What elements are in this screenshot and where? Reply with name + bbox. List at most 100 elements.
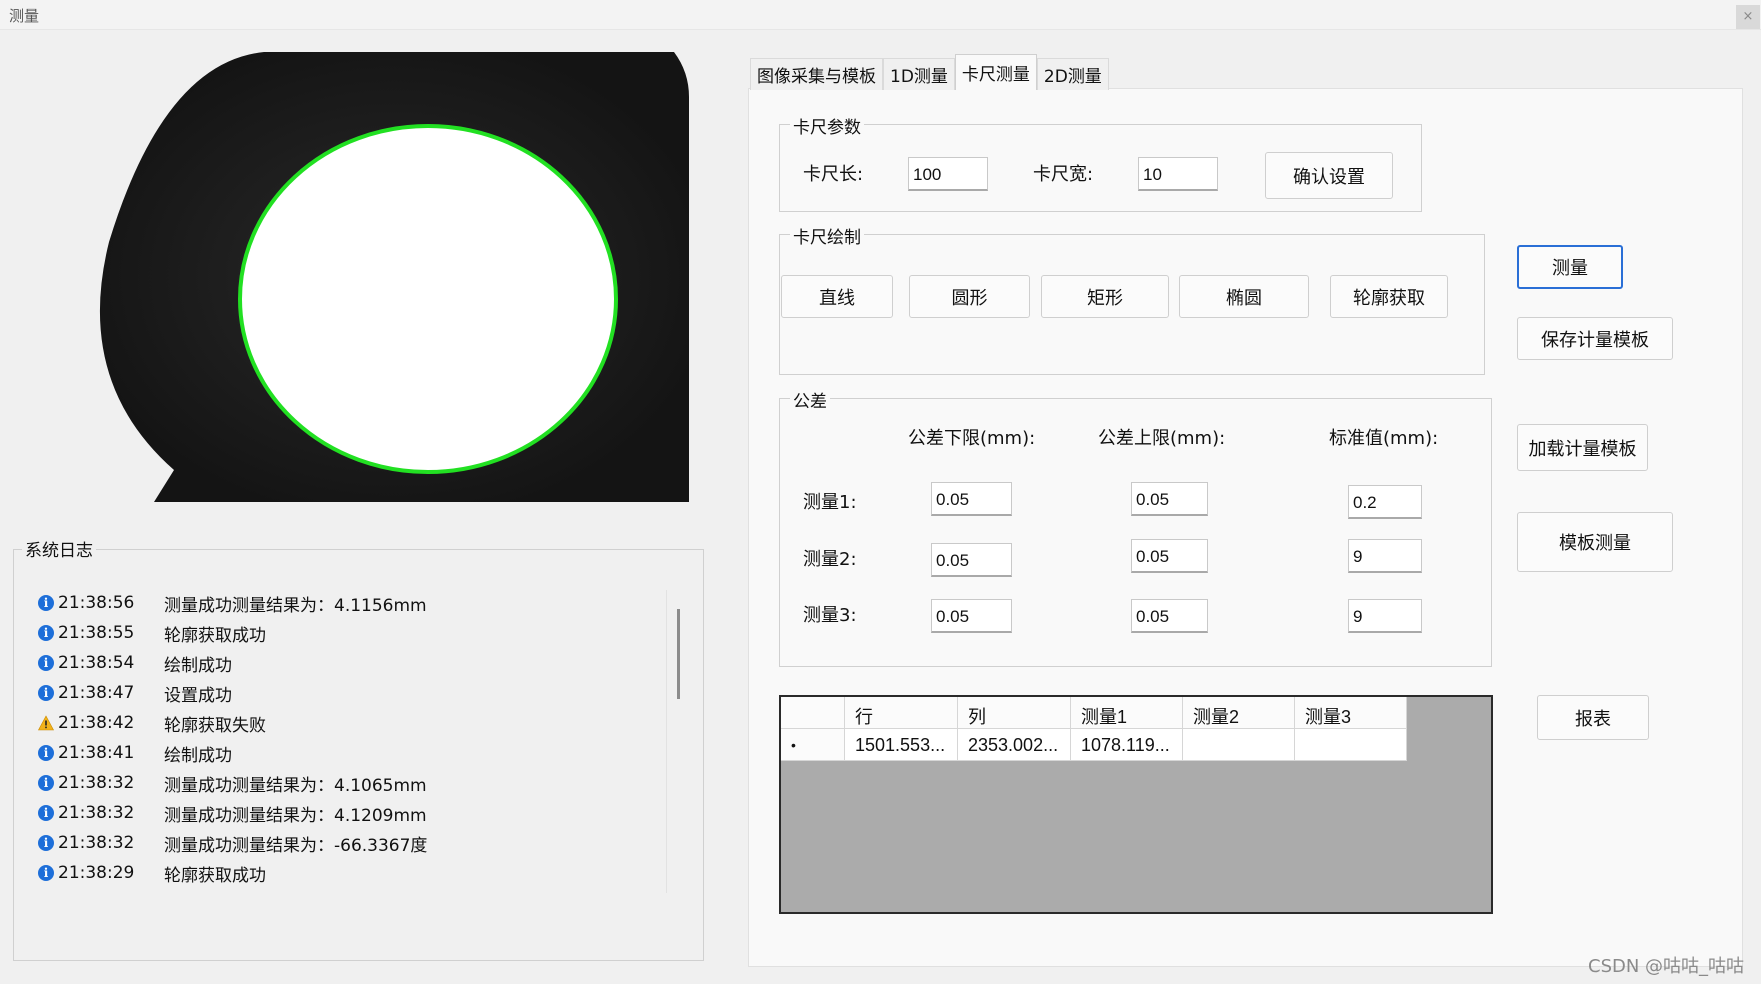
grid-cell[interactable]: 1078.119... (1071, 729, 1183, 761)
grid-column-header[interactable]: 列 (958, 697, 1071, 729)
log-time: 21:38:32 (58, 833, 135, 853)
log-message: 测量成功测量结果为：4.1156mm (164, 595, 427, 616)
log-message: 绘制成功 (164, 655, 232, 676)
log-message: 测量成功测量结果为：4.1209mm (164, 805, 427, 826)
log-entry[interactable]: i 21:38:54 绘制成功 (38, 648, 232, 678)
log-time: 21:38:47 (58, 683, 135, 703)
log-entry[interactable]: i 21:38:32 测量成功测量结果为：-66.3367度 (38, 828, 427, 858)
info-icon: i (38, 685, 54, 701)
warning-icon (38, 715, 54, 731)
close-button[interactable]: × (1736, 5, 1760, 29)
measure2-label: 测量2: (803, 549, 857, 570)
measure3-label: 测量3: (803, 605, 857, 626)
grid-column-header[interactable]: 行 (845, 697, 958, 729)
results-grid[interactable]: 行 列 测量1 测量2 测量3 • 1501.553... 2353.002..… (779, 695, 1493, 914)
log-message: 轮廓获取成功 (164, 625, 266, 646)
template-measure-button[interactable]: 模板测量 (1517, 512, 1673, 572)
info-icon: i (38, 655, 54, 671)
log-time: 21:38:32 (58, 773, 135, 793)
title-bar (0, 0, 1761, 30)
caliper-length-field[interactable]: 100 (908, 157, 988, 191)
tolerance-upper-header: 公差上限(mm): (1098, 428, 1226, 449)
caliper-width-field[interactable]: 10 (1138, 157, 1218, 191)
info-icon: i (38, 595, 54, 611)
info-icon: i (38, 775, 54, 791)
measure2-upper-field[interactable]: 0.05 (1131, 539, 1208, 573)
draw-circle-button[interactable]: 圆形 (909, 275, 1030, 318)
draw-ellipse-button[interactable]: 椭圆 (1179, 275, 1309, 318)
measure1-standard-field[interactable]: 0.2 (1348, 485, 1422, 519)
measure3-lower-field[interactable]: 0.05 (931, 599, 1012, 633)
draw-rectangle-button[interactable]: 矩形 (1041, 275, 1169, 318)
measure2-lower-field[interactable]: 0.05 (931, 543, 1012, 577)
standard-value-header: 标准值(mm): (1329, 428, 1439, 449)
log-entry[interactable]: i 21:38:47 设置成功 (38, 678, 232, 708)
measure2-standard-field[interactable]: 9 (1348, 539, 1422, 573)
image-viewer[interactable] (14, 52, 689, 502)
log-scrollbar-thumb[interactable] (677, 609, 680, 699)
log-message: 绘制成功 (164, 745, 232, 766)
grid-column-header[interactable]: 测量1 (1071, 697, 1183, 729)
save-template-button[interactable]: 保存计量模板 (1517, 317, 1673, 360)
tab-caliper-measure[interactable]: 卡尺测量 (954, 54, 1037, 90)
tolerance-title: 公差 (790, 387, 830, 412)
measure1-upper-field[interactable]: 0.05 (1131, 482, 1208, 516)
log-message: 轮廓获取失败 (164, 715, 266, 736)
info-icon: i (38, 625, 54, 641)
log-message: 轮廓获取成功 (164, 865, 266, 886)
draw-line-button[interactable]: 直线 (781, 275, 893, 318)
system-log-title: 系统日志 (22, 536, 96, 561)
report-button[interactable]: 报表 (1537, 695, 1649, 740)
log-time: 21:38:32 (58, 803, 135, 823)
measure-button[interactable]: 测量 (1517, 245, 1623, 289)
log-message: 测量成功测量结果为：4.1065mm (164, 775, 427, 796)
log-entry[interactable]: i 21:38:56 测量成功测量结果为：4.1156mm (38, 588, 427, 618)
log-time: 21:38:29 (58, 863, 135, 883)
log-time: 21:38:42 (58, 713, 135, 733)
log-message: 设置成功 (164, 685, 232, 706)
info-icon: i (38, 805, 54, 821)
log-entry[interactable]: i 21:38:41 绘制成功 (38, 738, 232, 768)
log-time: 21:38:56 (58, 593, 135, 613)
caliper-width-label: 卡尺宽: (1033, 164, 1094, 185)
measure3-upper-field[interactable]: 0.05 (1131, 599, 1208, 633)
tab-bar: 图像采集与模板 1D测量 卡尺测量 2D测量 (750, 54, 1109, 90)
info-icon: i (38, 835, 54, 851)
log-entry[interactable]: i 21:38:29 轮廓获取成功 (38, 858, 266, 888)
window-title: 测量 (9, 7, 40, 25)
measure3-standard-field[interactable]: 9 (1348, 599, 1422, 633)
log-message: 测量成功测量结果为：-66.3367度 (164, 835, 428, 856)
measure1-label: 测量1: (803, 492, 857, 513)
log-entry[interactable]: i 21:38:55 轮廓获取成功 (38, 618, 266, 648)
camera-image (14, 52, 689, 502)
watermark: CSDN @咕咕_咕咕 (1588, 956, 1745, 977)
log-entry[interactable]: i 21:38:32 测量成功测量结果为：4.1209mm (38, 798, 427, 828)
load-template-button[interactable]: 加载计量模板 (1517, 424, 1648, 471)
info-icon: i (38, 865, 54, 881)
caliper-length-label: 卡尺长: (803, 164, 864, 185)
grid-column-header[interactable]: 测量2 (1183, 697, 1295, 729)
log-time: 21:38:55 (58, 623, 135, 643)
system-log-list[interactable]: i 21:38:56 测量成功测量结果为：4.1156mm i 21:38:55 轮廓获取… (38, 588, 638, 893)
tab-image-acquisition[interactable]: 图像采集与模板 (750, 58, 883, 90)
tolerance-lower-header: 公差下限(mm): (908, 428, 1036, 449)
grid-cell[interactable] (1295, 729, 1407, 761)
grid-row-header[interactable]: • (781, 729, 845, 761)
tab-1d-measure[interactable]: 1D测量 (883, 58, 955, 90)
info-icon: i (38, 745, 54, 761)
grid-cell[interactable]: 2353.002... (958, 729, 1071, 761)
grid-corner-header (781, 697, 845, 729)
caliper-draw-title: 卡尺绘制 (790, 223, 864, 248)
grid-cell[interactable]: 1501.553... (845, 729, 958, 761)
caliper-params-title: 卡尺参数 (790, 113, 864, 138)
log-time: 21:38:41 (58, 743, 135, 763)
grid-cell[interactable] (1183, 729, 1295, 761)
confirm-settings-button[interactable]: 确认设置 (1265, 152, 1393, 199)
tab-2d-measure[interactable]: 2D测量 (1036, 58, 1109, 90)
contour-extract-button[interactable]: 轮廓获取 (1330, 275, 1448, 318)
measure1-lower-field[interactable]: 0.05 (931, 482, 1012, 516)
log-time: 21:38:54 (58, 653, 135, 673)
log-entry[interactable]: 21:38:42 轮廓获取失败 (38, 708, 266, 738)
grid-column-header[interactable]: 测量3 (1295, 697, 1407, 729)
log-entry[interactable]: i 21:38:32 测量成功测量结果为：4.1065mm (38, 768, 427, 798)
